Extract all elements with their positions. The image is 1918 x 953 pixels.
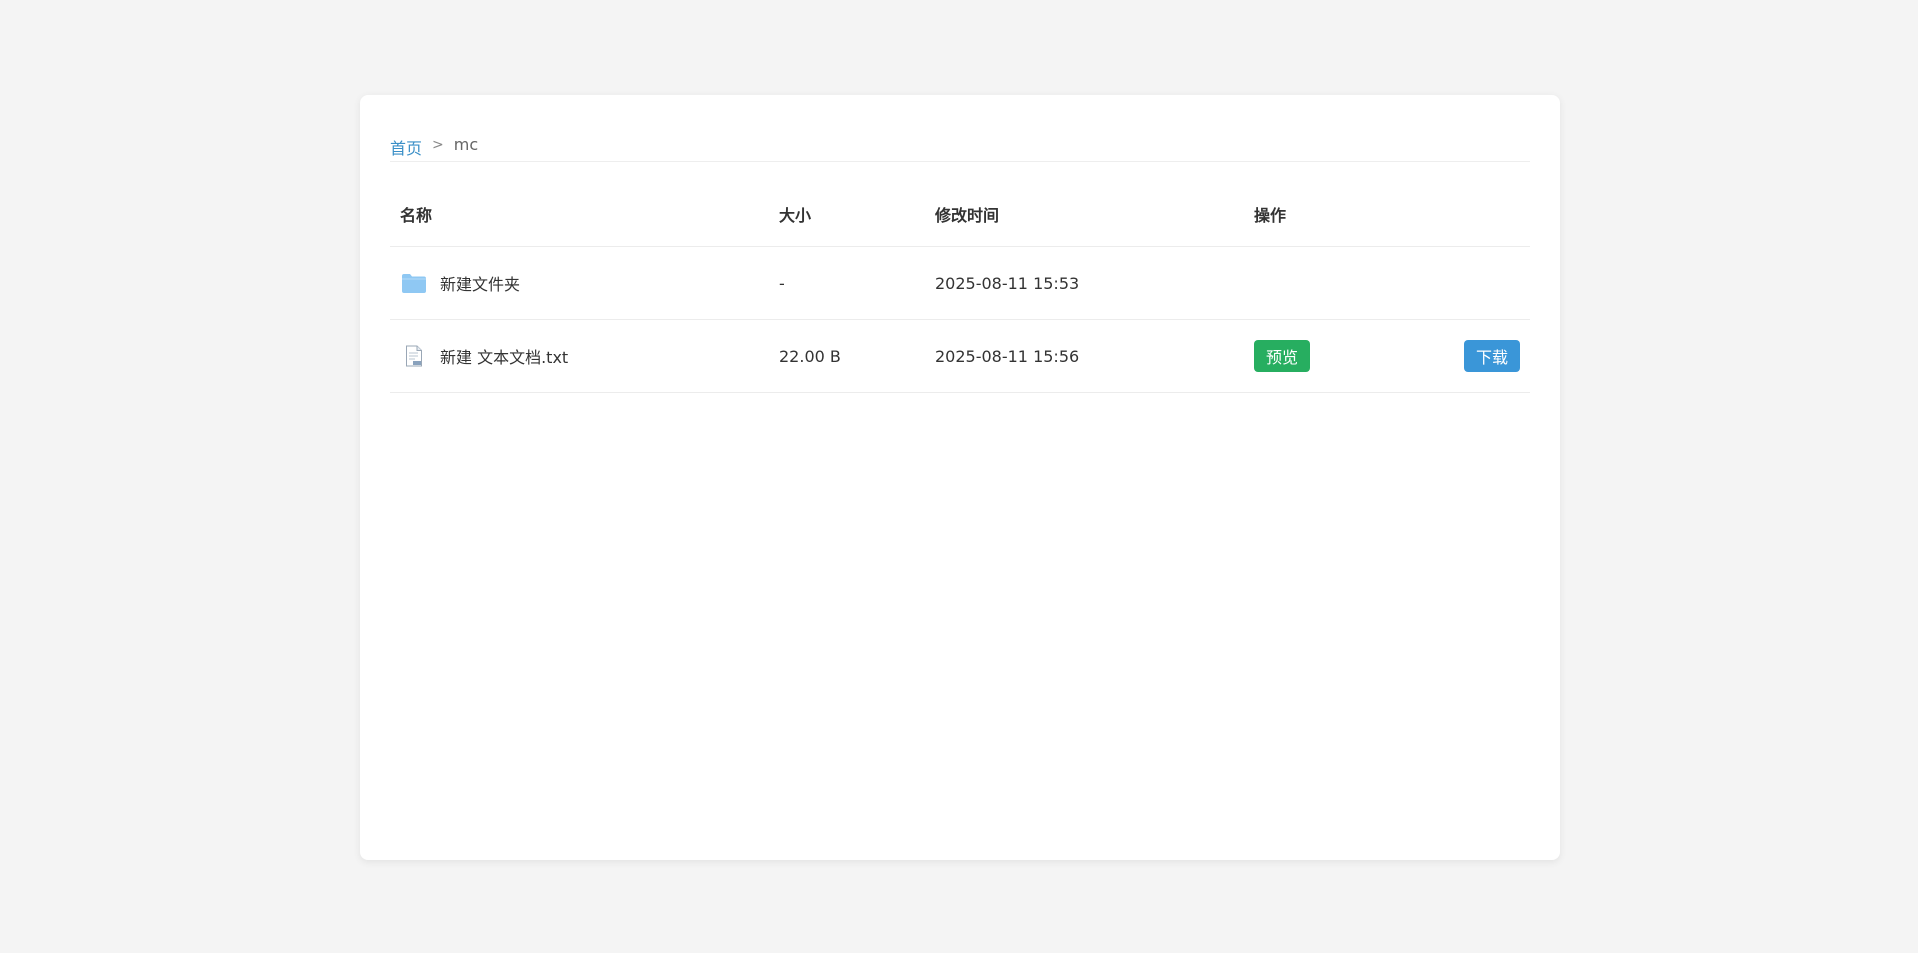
file-size-cell: - [779, 273, 785, 293]
column-header-name: 名称 [400, 206, 433, 225]
table-row[interactable]: 新建文件夹 - 2025-08-11 15:53 [390, 247, 1530, 320]
file-actions-cell: 预览 下载 [1254, 320, 1520, 392]
file-name-cell[interactable]: 新建文件夹 [400, 247, 520, 319]
file-name-cell[interactable]: 新建 文本文档.txt [400, 320, 568, 392]
column-header-actions: 操作 [1254, 206, 1287, 225]
breadcrumb-separator: > [432, 137, 444, 153]
folder-icon [400, 271, 428, 295]
breadcrumb-home-link[interactable]: 首页 [390, 135, 422, 159]
breadcrumb-current: mc [453, 135, 479, 154]
text-file-icon [400, 344, 428, 368]
table-header: 名称 大小 修改时间 操作 [390, 192, 1530, 247]
file-actions-cell [1254, 247, 1520, 319]
preview-button[interactable]: 预览 [1254, 340, 1311, 372]
table-row[interactable]: 新建 文本文档.txt 22.00 B 2025-08-11 15:56 预览 … [390, 320, 1530, 393]
file-modified-cell: 2025-08-11 15:53 [935, 273, 1080, 293]
file-name-label[interactable]: 新建文件夹 [440, 271, 520, 295]
download-button[interactable]: 下载 [1463, 340, 1520, 372]
file-modified-cell: 2025-08-11 15:56 [935, 346, 1080, 366]
file-browser-card: 首页 > mc 名称 大小 修改时间 操作 新建文件夹 - 2025-08-11… [360, 95, 1560, 860]
column-header-modified: 修改时间 [935, 206, 1000, 225]
file-size-cell: 22.00 B [779, 346, 841, 366]
file-table: 名称 大小 修改时间 操作 新建文件夹 - 2025-08-11 15:53 新… [390, 192, 1530, 393]
column-header-size: 大小 [779, 206, 812, 225]
file-name-label[interactable]: 新建 文本文档.txt [440, 344, 568, 368]
breadcrumb: 首页 > mc [390, 135, 1530, 162]
